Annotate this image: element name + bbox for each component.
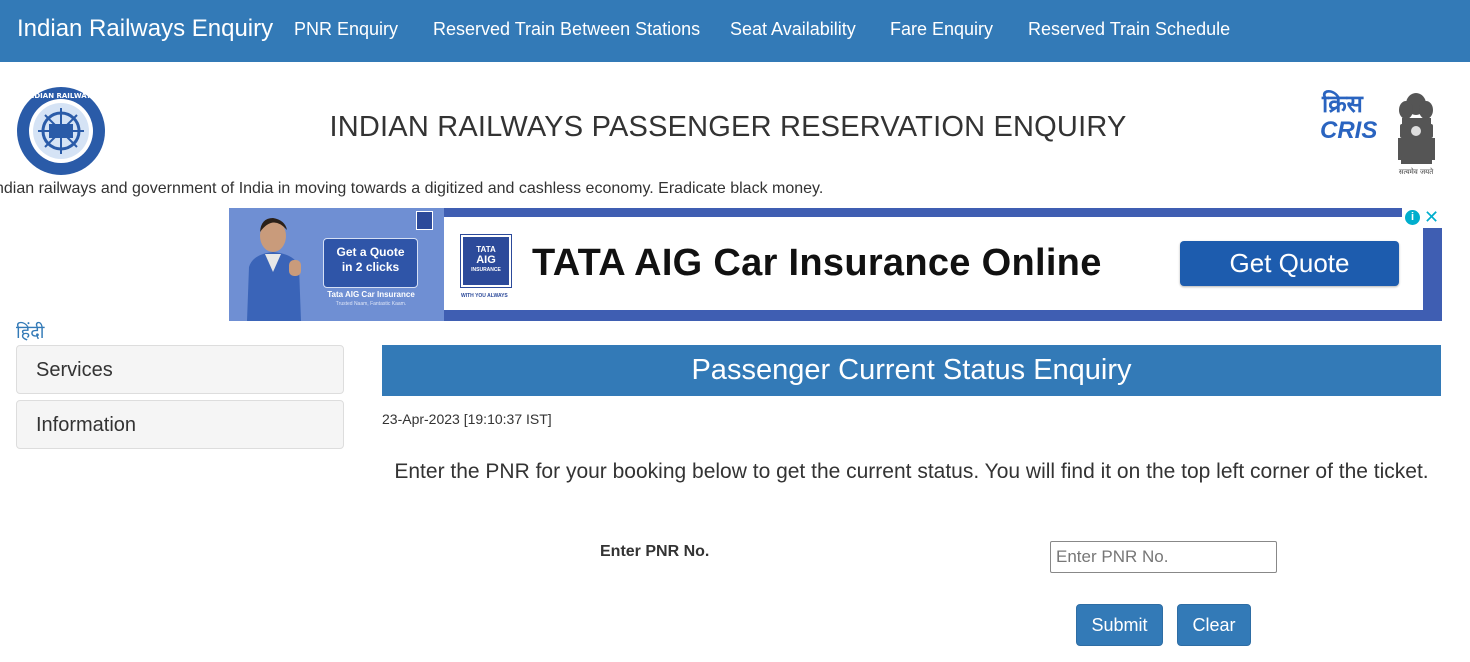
ad-get-quote-button[interactable]: Get Quote xyxy=(1180,241,1399,286)
ad-left-panel[interactable]: Get a Quote in 2 clicks Tata AIG Car Ins… xyxy=(229,208,444,321)
nav-pnr-enquiry[interactable]: PNR Enquiry xyxy=(294,19,398,40)
adchoices[interactable]: i ✕ xyxy=(1402,208,1442,228)
navbar-brand[interactable]: Indian Railways Enquiry xyxy=(17,15,273,43)
svg-text:सत्यमेव जयते: सत्यमेव जयते xyxy=(1399,167,1434,176)
instructions-text: Enter the PNR for your booking below to … xyxy=(394,460,1429,483)
ad-quote-bubble: Get a Quote in 2 clicks xyxy=(323,238,418,288)
pnr-label: Enter PNR No. xyxy=(600,543,710,560)
svg-text:क्रिस: क्रिस xyxy=(1321,90,1364,118)
ad-tagline: WITH YOU ALWAYS xyxy=(461,293,508,299)
ad-headline: TATA AIG Car Insurance Online xyxy=(532,242,1102,284)
hindi-language-link[interactable]: हिंदी xyxy=(16,320,44,344)
top-navbar: Indian Railways Enquiry PNR Enquiry Rese… xyxy=(0,0,1470,62)
ad-small-logo xyxy=(416,211,433,230)
nav-reserved-train-between-stations[interactable]: Reserved Train Between Stations xyxy=(433,19,700,40)
ad-person-image xyxy=(247,218,301,321)
page-title: INDIAN RAILWAYS PASSENGER RESERVATION EN… xyxy=(329,111,1127,143)
sidebar-panel-information[interactable]: Information xyxy=(16,400,344,449)
nav-seat-availability[interactable]: Seat Availability xyxy=(730,19,856,40)
logo-lettering: INDIAN RAILWAYS xyxy=(26,92,96,100)
pnr-input[interactable] xyxy=(1050,541,1277,573)
nav-fare-enquiry[interactable]: Fare Enquiry xyxy=(890,19,993,40)
submit-button[interactable]: Submit xyxy=(1076,604,1163,646)
ad-main-panel[interactable]: TATA AIG INSURANCE WITH YOU ALWAYS TATA … xyxy=(444,217,1423,310)
cris-logo: क्रिस CRIS सत्यमेव जयते xyxy=(1320,90,1435,176)
svg-text:CRIS: CRIS xyxy=(1320,117,1377,144)
ad-banner[interactable]: Get a Quote in 2 clicks Tata AIG Car Ins… xyxy=(229,208,1442,321)
sidebar-panel-services[interactable]: Services xyxy=(16,345,344,394)
close-icon[interactable]: ✕ xyxy=(1424,208,1439,227)
news-marquee: ndian railways and government of India i… xyxy=(0,178,1470,200)
sidebar-panel-label: Information xyxy=(36,414,137,436)
clear-button[interactable]: Clear xyxy=(1177,604,1251,646)
info-icon[interactable]: i xyxy=(1405,210,1420,225)
ad-small-tagline: Trusted Naam, Fantastic Kaam. xyxy=(335,301,407,307)
section-heading: Passenger Current Status Enquiry xyxy=(382,345,1441,396)
ad-small-brand: Tata AIG Car Insurance xyxy=(327,290,415,299)
sidebar-panel-label: Services xyxy=(36,359,113,381)
marquee-text: ndian railways and government of India i… xyxy=(0,180,824,197)
current-datetime: 23-Apr-2023 [19:10:37 IST] xyxy=(382,411,552,427)
tata-aig-logo: TATA AIG INSURANCE xyxy=(460,234,512,288)
nav-reserved-train-schedule[interactable]: Reserved Train Schedule xyxy=(1028,19,1230,40)
